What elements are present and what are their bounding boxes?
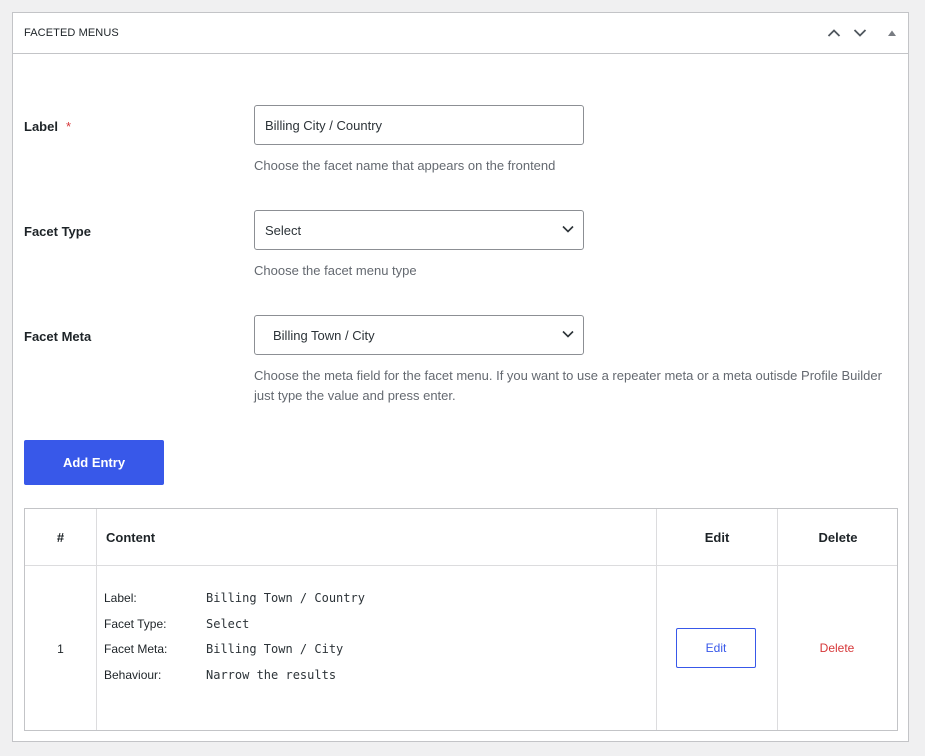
- facet-type-label: Facet Type: [24, 224, 91, 239]
- panel-title: FACETED MENUS: [24, 27, 119, 39]
- chevron-up-icon: [827, 29, 841, 37]
- chevron-down-icon: [853, 29, 867, 37]
- column-divider: [96, 509, 97, 730]
- column-header-content: Content: [106, 530, 156, 545]
- facet-type-select[interactable]: Select: [254, 210, 584, 250]
- edit-entry-button[interactable]: Edit: [676, 628, 756, 668]
- header-divider: [25, 565, 897, 566]
- entry-key: Facet Type:: [104, 617, 167, 631]
- entry-value: Billing Town / City: [206, 642, 344, 656]
- label-input[interactable]: [254, 105, 584, 145]
- column-header-edit: Edit: [704, 530, 730, 545]
- facet-meta-selected: Billing Town / City: [273, 327, 375, 343]
- required-marker: *: [65, 119, 72, 134]
- label-field-label: Label *: [24, 119, 71, 134]
- entry-value: Narrow the results: [206, 668, 337, 682]
- delete-entry-link[interactable]: Delete: [777, 641, 897, 655]
- row-number: 1: [57, 642, 64, 656]
- column-header-delete: Delete: [818, 530, 858, 545]
- toggle-panel-button[interactable]: [882, 23, 902, 43]
- entry-key: Facet Meta:: [104, 642, 168, 656]
- facet-type-help-text: Choose the facet menu type: [254, 263, 417, 278]
- label-help-text: Choose the facet name that appears on th…: [254, 158, 556, 173]
- label-field-text: Label: [24, 119, 58, 134]
- move-up-button[interactable]: [824, 23, 844, 43]
- chevron-down-icon: [562, 330, 574, 338]
- triangle-up-icon: [888, 30, 896, 36]
- faceted-menus-panel: FACETED MENUS Label * Choose the facet na…: [12, 12, 909, 742]
- facet-meta-select[interactable]: Billing Town / City: [254, 315, 584, 355]
- facet-type-selected: Select: [265, 222, 302, 238]
- panel-header: FACETED MENUS: [13, 13, 908, 54]
- entries-table: # Content Edit Delete 1 Label: Billing T…: [24, 508, 898, 731]
- move-down-button[interactable]: [850, 23, 870, 43]
- entry-key: Behaviour:: [104, 668, 162, 682]
- column-header-number: #: [56, 530, 65, 545]
- entry-value: Billing Town / Country: [206, 591, 365, 605]
- entry-key: Label:: [104, 591, 137, 605]
- facet-meta-help-text: Choose the meta field for the facet menu…: [254, 368, 882, 403]
- chevron-down-icon: [562, 225, 574, 233]
- add-entry-button[interactable]: Add Entry: [24, 440, 164, 485]
- facet-meta-label: Facet Meta: [24, 329, 92, 344]
- entry-value: Select: [206, 617, 250, 631]
